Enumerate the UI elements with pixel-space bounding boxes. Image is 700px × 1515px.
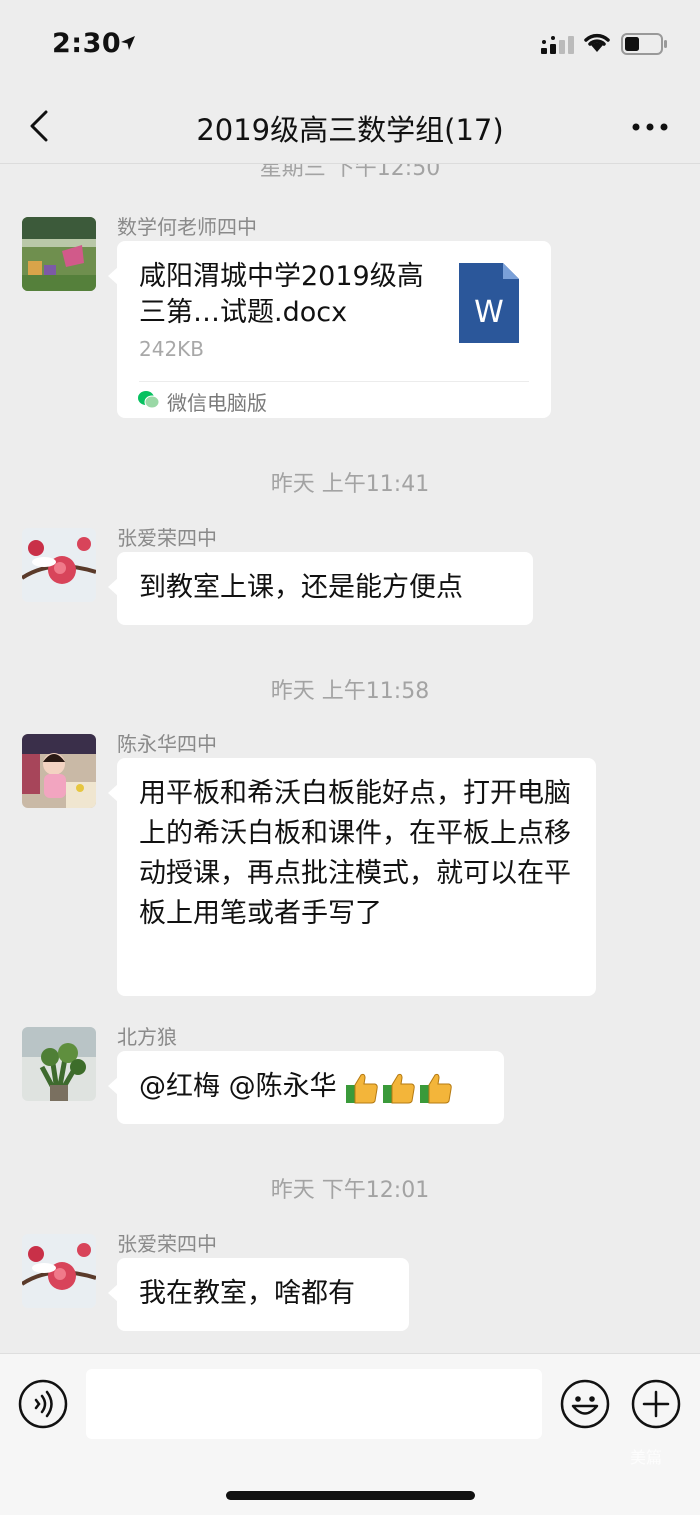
home-indicator[interactable] (226, 1491, 475, 1500)
message-text: @红梅 @陈永华 (139, 1071, 346, 1102)
file-name: 咸阳渭城中学2019级高三第…试题.docx (139, 261, 424, 328)
divider (139, 381, 529, 382)
sender-name: 数学何老师四中 (117, 215, 257, 239)
file-message[interactable]: 咸阳渭城中学2019级高三第…试题.docx 242KB W 微信电脑版 (108, 241, 551, 418)
thumbs-up-icon (346, 1073, 452, 1103)
wifi-icon (584, 33, 610, 52)
status-time: 2:30 (52, 28, 122, 59)
plus-icon[interactable] (631, 1379, 681, 1429)
avatar[interactable] (22, 217, 96, 291)
sender-name: 张爱荣四中 (117, 526, 217, 550)
file-size: 242KB (139, 337, 205, 361)
message-bubble[interactable]: 用平板和希沃白板能好点，打开电脑上的希沃白板和课件，在平板上点移动授课，再点批注… (108, 758, 596, 996)
avatar[interactable] (22, 1234, 96, 1308)
sender-name: 张爱荣四中 (117, 1232, 217, 1256)
emoji-icon[interactable] (560, 1379, 610, 1429)
chat-header: 2019级高三数学组(17) (0, 90, 700, 164)
timestamp: 昨天 下午12:01 (270, 1178, 430, 1203)
sender-name: 陈永华四中 (117, 732, 217, 756)
voice-icon[interactable] (18, 1379, 68, 1429)
battery-icon (621, 33, 667, 55)
word-icon-letter: W (474, 295, 504, 330)
status-bar: 2:30 (0, 0, 700, 90)
location-arrow-icon (121, 36, 135, 50)
message-bubble[interactable]: 到教室上课，还是能方便点 (108, 552, 533, 625)
timestamp: 昨天 上午11:41 (270, 472, 430, 497)
more-icon[interactable] (628, 112, 672, 142)
file-source: 微信电脑版 (167, 391, 267, 415)
signal-icon (541, 36, 574, 54)
avatar[interactable] (22, 734, 96, 808)
chat-title: 2019级高三数学组(17) (196, 113, 504, 147)
word-doc-icon: W (459, 263, 519, 343)
message-input[interactable] (86, 1369, 542, 1439)
message-bubble[interactable]: @红梅 @陈永华 (108, 1051, 504, 1124)
avatar[interactable] (22, 528, 96, 602)
timestamp: 昨天 上午11:58 (270, 679, 430, 704)
sender-name: 北方狼 (117, 1025, 177, 1049)
avatar[interactable] (22, 1027, 96, 1101)
message-bubble[interactable]: 我在教室，啥都有 (108, 1258, 409, 1331)
wechat-icon (138, 391, 160, 409)
watermark: 美篇 (630, 1448, 663, 1467)
